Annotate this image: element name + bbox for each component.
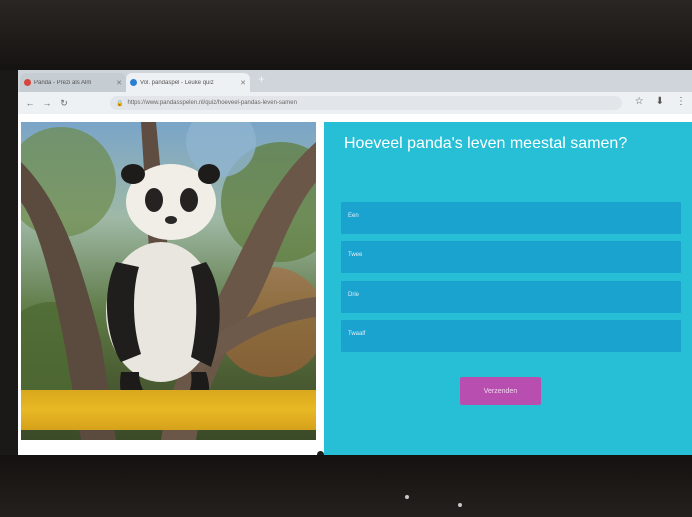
- quiz-question: Hoeveel panda's leven meestal samen?: [344, 135, 628, 152]
- download-icon[interactable]: ⬇: [656, 96, 664, 107]
- close-tab-icon[interactable]: ✕: [240, 79, 246, 87]
- tab-favicon-icon: [130, 79, 137, 86]
- reflection-dot: [458, 503, 462, 507]
- bookmark-star-icon[interactable]: ☆: [635, 96, 644, 107]
- menu-icon[interactable]: ⋮: [676, 96, 686, 107]
- tab-panda-quiz[interactable]: Vol. pandaspel - Leuke quiz ✕: [126, 73, 250, 92]
- answer-label: Twaalf: [348, 331, 366, 337]
- close-tab-icon[interactable]: ✕: [116, 79, 122, 87]
- tab-bar: Panda - Prezi als Alm ✕ Vol. pandaspel -…: [18, 70, 692, 92]
- back-icon[interactable]: ←: [25, 98, 35, 108]
- answer-option-1[interactable]: Een: [341, 202, 681, 234]
- forward-icon[interactable]: →: [42, 98, 52, 108]
- lock-icon: 🔒: [116, 100, 124, 107]
- browser-toolbar: ← → ↻ 🔒 https://www.pandasspelen.nl/quiz…: [18, 92, 692, 114]
- address-bar[interactable]: 🔒 https://www.pandasspelen.nl/quiz/hoeve…: [110, 96, 622, 110]
- browser-window: Panda - Prezi als Alm ✕ Vol. pandaspel -…: [18, 70, 692, 465]
- monitor-bezel-bottom: [0, 455, 692, 517]
- answer-label: Een: [348, 213, 359, 219]
- reflection-dot: [405, 495, 409, 499]
- tab-title: Panda - Prezi als Alm: [34, 79, 92, 86]
- web-page: Hoeveel panda's leven meestal samen? Een…: [18, 114, 692, 465]
- new-tab-button[interactable]: +: [258, 72, 265, 86]
- decorative-gold-band: [21, 390, 316, 430]
- answer-label: Drie: [348, 292, 360, 298]
- tab-title: Vol. pandaspel - Leuke quiz: [140, 79, 214, 86]
- answer-option-4[interactable]: Twaalf: [341, 320, 681, 352]
- submit-button[interactable]: Verzenden: [460, 377, 541, 405]
- reload-icon[interactable]: ↻: [59, 98, 69, 109]
- tab-panda-prezi[interactable]: Panda - Prezi als Alm ✕: [20, 73, 126, 92]
- tab-favicon-icon: [24, 79, 31, 86]
- answer-label: Twee: [348, 252, 363, 258]
- answer-option-2[interactable]: Twee: [341, 241, 681, 273]
- url-text: https://www.pandasspelen.nl/quiz/hoeveel…: [127, 100, 297, 106]
- quiz-panel: Hoeveel panda's leven meestal samen? Een…: [324, 122, 692, 459]
- monitor-bezel-top: [0, 0, 692, 70]
- answer-option-3[interactable]: Drie: [341, 281, 681, 313]
